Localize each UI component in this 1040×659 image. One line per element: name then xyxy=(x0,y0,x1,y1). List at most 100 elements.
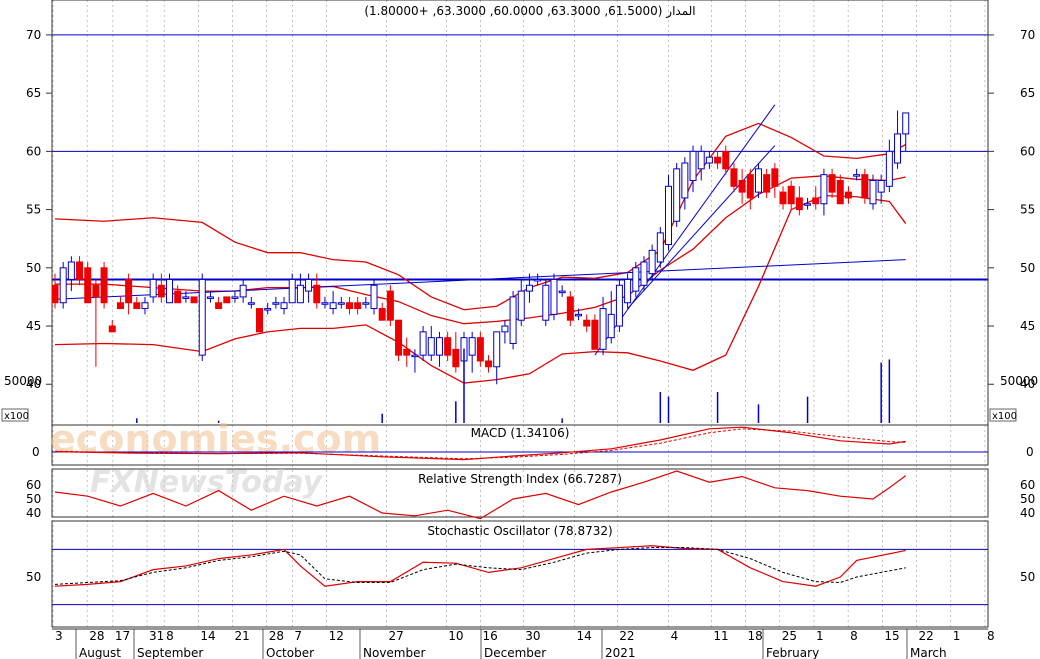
candle-body xyxy=(305,278,313,292)
candle-body xyxy=(754,168,762,193)
candle-body xyxy=(812,197,820,205)
x-tick-label: 21 xyxy=(235,629,250,643)
candle-body xyxy=(444,337,452,356)
candle-body xyxy=(575,313,583,317)
candle-body xyxy=(656,232,664,263)
price-panel-title: المدار (61.5000, 63.3000, 60.0000, 63.30… xyxy=(364,4,695,19)
candle-body xyxy=(67,261,75,280)
candle-body xyxy=(345,302,353,310)
candle-body xyxy=(264,308,272,311)
candle-body xyxy=(223,296,231,304)
candle-body xyxy=(828,174,836,193)
candle-body xyxy=(648,249,656,275)
candle-body xyxy=(509,296,517,344)
x-tick-label: 8 xyxy=(850,629,858,643)
candle-body xyxy=(100,267,108,304)
candle-body xyxy=(640,261,648,286)
candle-body xyxy=(885,150,893,187)
candle-body xyxy=(395,319,403,356)
rsi-panel-title: Relative Strength Index (66.7287) xyxy=(418,472,622,486)
y-tick-label-right: 70 xyxy=(1020,28,1035,42)
stochastic-tick-left: 50 xyxy=(26,570,41,584)
rsi-tick-right: 50 xyxy=(1020,492,1035,506)
x-tick-label: 14 xyxy=(200,629,215,643)
candle-body xyxy=(313,284,321,304)
candle-body xyxy=(787,185,795,205)
volume-bars xyxy=(136,348,891,423)
chart-canvas: economies.com FXNewsToday 40 4045 4550 5055… xyxy=(1,0,1038,659)
y-tick-label-right: 60 xyxy=(1020,144,1035,158)
candle-body xyxy=(329,302,337,310)
x-tick-label: 11 xyxy=(713,629,728,643)
candle-body xyxy=(362,302,370,305)
candle-body xyxy=(869,179,877,205)
candle-body xyxy=(337,302,345,305)
candle-body xyxy=(182,296,190,299)
candle-body xyxy=(534,278,542,282)
candle-body xyxy=(370,284,378,310)
x-month-label: December xyxy=(484,646,546,659)
y-tick-label-left: 65 xyxy=(26,86,41,100)
candle-body xyxy=(108,325,116,333)
candle-body xyxy=(256,308,263,333)
volume-scale-left: x100 xyxy=(4,411,29,422)
x-month-label: March xyxy=(910,646,947,659)
candle-body xyxy=(779,191,787,205)
watermark-fxnewstoday: FXNewsToday xyxy=(90,465,324,500)
volume-right-label: 50000 xyxy=(1000,374,1038,388)
y-axis-ticks: 40 4045 4550 5055 5560 6065 6570 700 040 4050 5060… xyxy=(26,28,1035,584)
candle-body xyxy=(525,284,533,292)
candle-body xyxy=(280,302,288,310)
candle-body xyxy=(517,290,525,321)
candle-body xyxy=(149,278,157,298)
y-tick-label-left: 45 xyxy=(26,319,41,333)
x-tick-label: 31 xyxy=(149,629,164,643)
candle-body xyxy=(804,203,812,206)
candle-body xyxy=(435,337,443,356)
candle-body xyxy=(411,354,419,358)
x-tick-label: 1 xyxy=(953,629,961,643)
candle-body xyxy=(92,284,100,298)
x-tick-label: 12 xyxy=(329,629,344,643)
y-tick-label-left: 60 xyxy=(26,144,41,158)
macd-tick-left: 0 xyxy=(32,445,40,459)
rsi-tick-left: 50 xyxy=(26,492,41,506)
x-tick-label: 22 xyxy=(919,629,934,643)
candle-body xyxy=(198,278,206,356)
candle-body xyxy=(795,197,803,211)
candle-body xyxy=(583,319,591,327)
candle-body xyxy=(272,302,280,305)
candle-body xyxy=(296,284,304,304)
x-axis-ticks: 3 28 17 31 8 14 21 28 7 12 27 10 16 30 14 22 4 11 18 25 1 8 15… xyxy=(52,628,995,659)
candle-body xyxy=(59,267,67,304)
candle-body xyxy=(157,284,165,298)
candle-body xyxy=(215,302,223,310)
candle-body xyxy=(714,156,722,164)
candle-body xyxy=(76,261,84,280)
candle-body xyxy=(354,302,362,310)
candle-body xyxy=(861,174,869,199)
candle-body xyxy=(452,348,460,368)
candle-body xyxy=(771,168,779,187)
candle-body xyxy=(247,302,255,305)
candle-body xyxy=(542,284,550,321)
x-month-label: September xyxy=(137,646,203,659)
candle-body xyxy=(288,278,296,304)
candle-body xyxy=(476,337,484,362)
candle-body xyxy=(722,150,730,170)
candle-body xyxy=(902,112,910,135)
y-tick-label-left: 55 xyxy=(26,203,41,217)
candle-body xyxy=(607,313,615,339)
candle-body xyxy=(125,278,133,304)
candle-body xyxy=(558,290,566,294)
macd-panel-title: MACD (1.34106) xyxy=(471,426,570,440)
y-tick-label-left: 70 xyxy=(26,28,41,42)
volume-left-label: 50000 xyxy=(4,374,42,388)
candle-body xyxy=(378,308,386,321)
candle-body xyxy=(738,179,746,193)
candle-body xyxy=(427,337,435,356)
candle-body xyxy=(51,284,59,304)
candle-body xyxy=(174,290,182,304)
macd-tick-right: 0 xyxy=(1026,445,1034,459)
candle-body xyxy=(84,267,92,304)
